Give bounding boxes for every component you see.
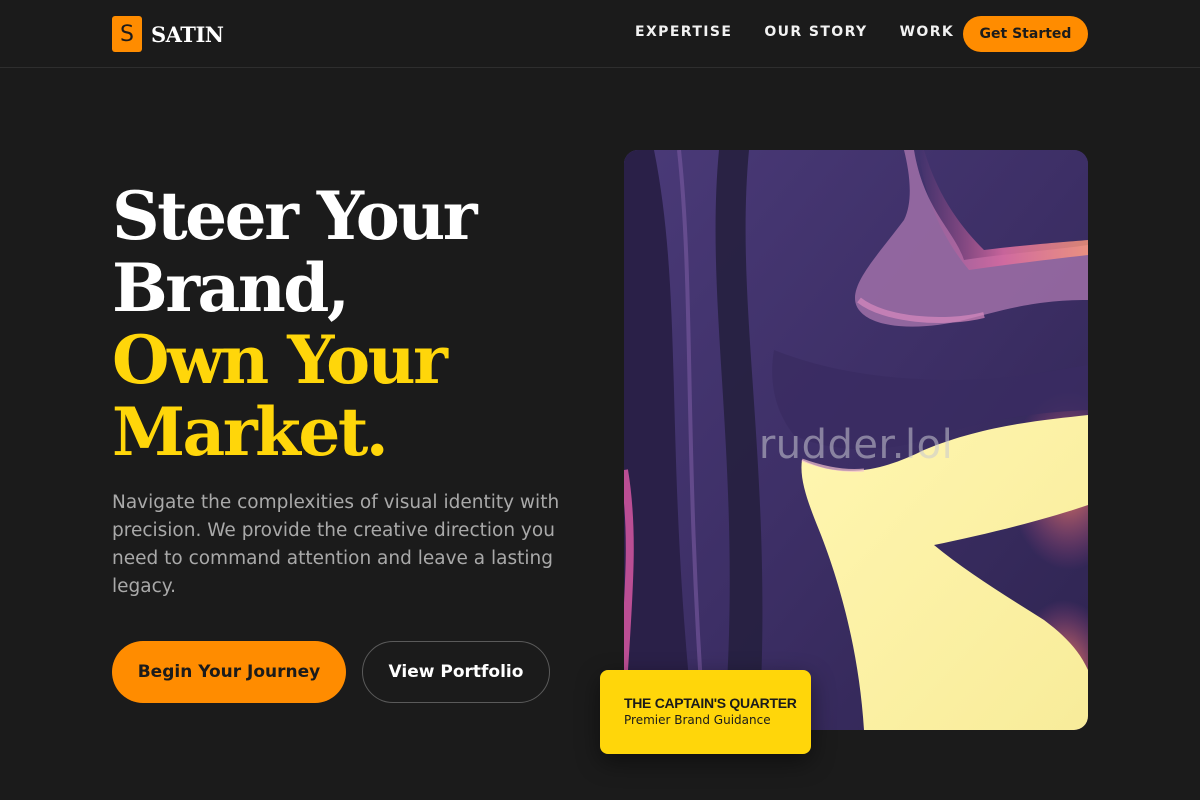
hero-headline-accent-line: Own Your (112, 321, 448, 399)
hero-artwork: rudder.lol (624, 150, 1088, 730)
brand-name: SATIN (151, 21, 224, 47)
logo-mark-icon: S (112, 16, 142, 52)
hero-headline-accent-line: Market. (112, 393, 389, 471)
begin-journey-button[interactable]: Begin Your Journey (112, 641, 346, 703)
nav-link-our-story[interactable]: OUR STORY (764, 24, 867, 40)
badge-subtitle: Premier Brand Guidance (624, 713, 771, 727)
view-portfolio-button[interactable]: View Portfolio (362, 641, 550, 703)
hero-description: Navigate the complexities of visual iden… (112, 492, 560, 597)
top-navigation: S SATIN EXPERTISE OUR STORY WORK Get Sta… (0, 0, 1200, 68)
get-started-button[interactable]: Get Started (963, 16, 1088, 52)
hero-headline-line: Steer Your (112, 177, 478, 255)
nav-link-expertise[interactable]: EXPERTISE (635, 24, 732, 40)
captains-quarter-badge: THE CAPTAIN'S QUARTER Premier Brand Guid… (600, 670, 811, 754)
watermark-text: rudder.lol (758, 422, 954, 468)
hero-headline-line: Brand, (112, 249, 350, 327)
hero-headline: Steer Your Brand, Own Your Market. (112, 180, 572, 468)
badge-title: THE CAPTAIN'S QUARTER (624, 695, 797, 711)
brand-logo[interactable]: S SATIN (112, 16, 224, 52)
nav-link-work[interactable]: WORK (900, 24, 955, 40)
nav-links: EXPERTISE OUR STORY WORK (635, 24, 954, 40)
